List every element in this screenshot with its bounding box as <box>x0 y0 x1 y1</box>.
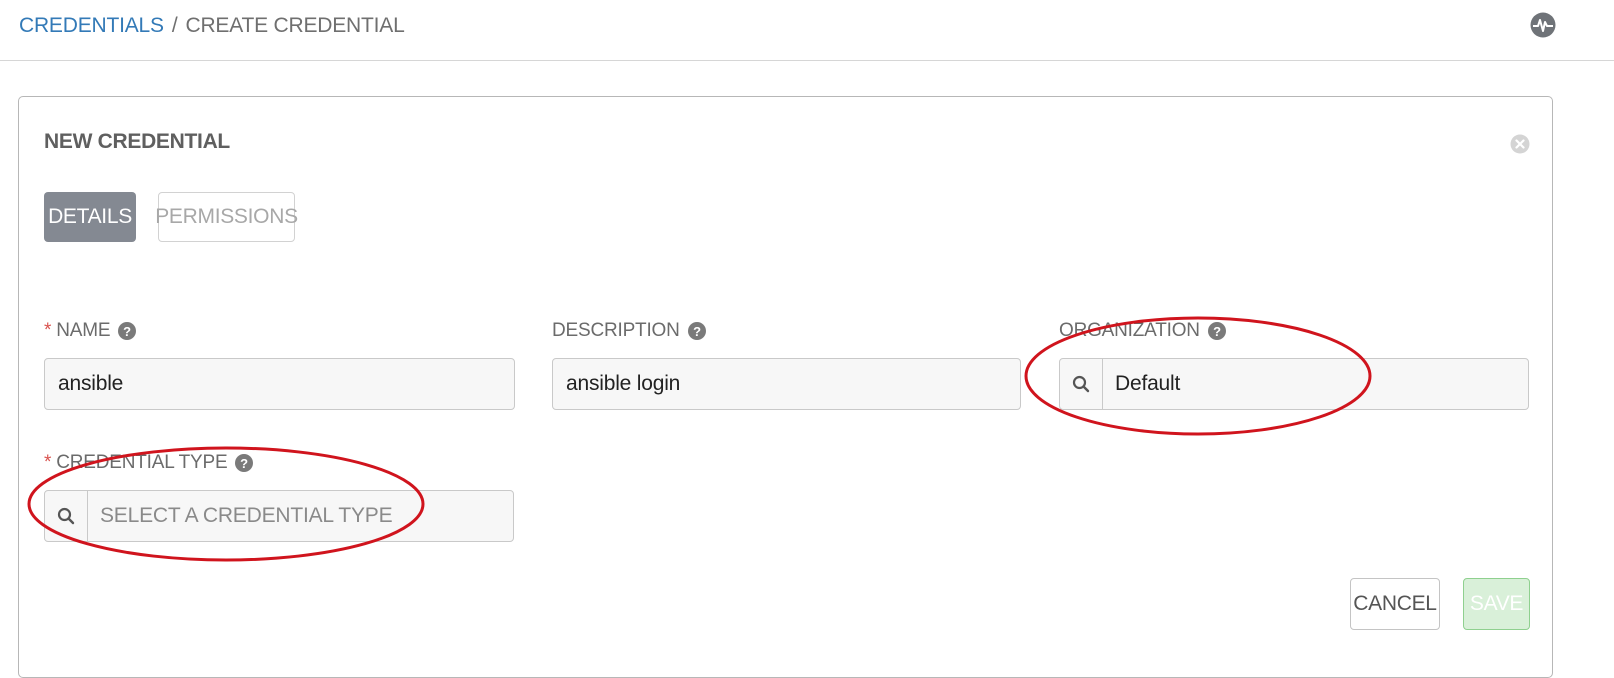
credential-type-label: * CREDENTIAL TYPE ? <box>44 452 254 474</box>
save-button[interactable]: SAVE <box>1463 578 1530 630</box>
close-icon[interactable] <box>1510 134 1530 154</box>
breadcrumb-current: CREATE CREDENTIAL <box>185 14 405 37</box>
organization-search-button[interactable] <box>1060 359 1103 409</box>
svg-text:?: ? <box>1213 324 1221 339</box>
breadcrumb: CREDENTIALS / CREATE CREDENTIAL <box>19 14 405 38</box>
cancel-button[interactable]: CANCEL <box>1350 578 1440 630</box>
svg-text:?: ? <box>123 324 131 339</box>
description-label-text: DESCRIPTION <box>552 320 680 341</box>
credential-type-lookup: SELECT A CREDENTIAL TYPE <box>44 490 514 542</box>
svg-text:?: ? <box>693 324 701 339</box>
organization-label-text: ORGANIZATION <box>1059 320 1200 341</box>
svg-text:?: ? <box>241 456 249 471</box>
panel-title: NEW CREDENTIAL <box>44 130 230 153</box>
required-marker: * <box>44 320 52 341</box>
search-icon <box>1072 375 1090 393</box>
description-label: DESCRIPTION ? <box>552 320 706 342</box>
organization-label: ORGANIZATION ? <box>1059 320 1226 342</box>
required-marker: * <box>44 452 52 473</box>
organization-input[interactable]: Default <box>1103 359 1528 409</box>
breadcrumb-credentials-link[interactable]: CREDENTIALS <box>19 14 164 37</box>
organization-lookup: Default <box>1059 358 1529 410</box>
help-icon[interactable]: ? <box>235 454 254 472</box>
activity-stream-icon[interactable] <box>1530 12 1556 38</box>
search-icon <box>57 507 75 525</box>
name-label-text: NAME <box>56 320 111 341</box>
help-icon[interactable]: ? <box>1207 322 1226 340</box>
credential-type-search-button[interactable] <box>45 491 88 541</box>
credential-type-label-text: CREDENTIAL TYPE <box>56 452 228 473</box>
tab-permissions[interactable]: PERMISSIONS <box>155 192 298 242</box>
new-credential-panel: NEW CREDENTIAL DETAILS PERMISSIONS * NAM… <box>18 96 1553 678</box>
credential-type-input[interactable]: SELECT A CREDENTIAL TYPE <box>88 491 513 541</box>
name-label: * NAME ? <box>44 320 137 342</box>
name-input[interactable]: ansible <box>44 358 515 410</box>
tab-details[interactable]: DETAILS <box>44 192 136 242</box>
help-icon[interactable]: ? <box>118 322 137 340</box>
breadcrumb-separator: / <box>171 14 178 37</box>
description-input[interactable]: ansible login <box>552 358 1021 410</box>
help-icon[interactable]: ? <box>687 322 706 340</box>
top-bar: CREDENTIALS / CREATE CREDENTIAL <box>0 0 1614 61</box>
